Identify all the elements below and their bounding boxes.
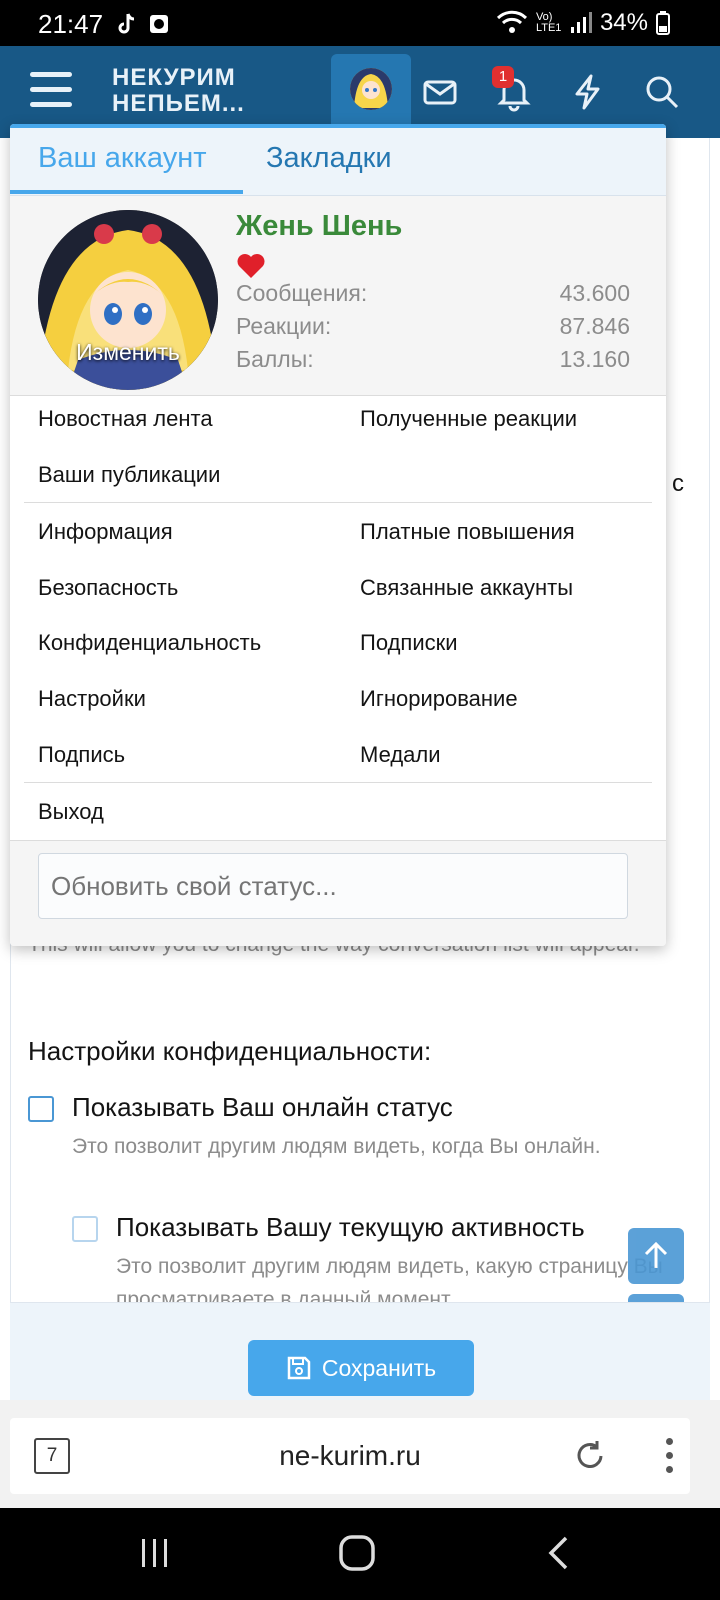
menu-item-medals[interactable]: Медали	[360, 742, 441, 768]
options-viewport: Показывать Ваш онлайн статус Это позволи…	[10, 1000, 710, 1302]
change-avatar-label[interactable]: Изменить	[38, 339, 218, 366]
status-bar: 21:47 Vo) LTE1 34%	[0, 0, 720, 46]
logo-line-2: НЕПЬЕМ...	[112, 90, 245, 117]
hamburger-menu-icon[interactable]	[30, 72, 72, 108]
back-icon[interactable]	[546, 1534, 570, 1572]
menu-divider	[24, 782, 652, 783]
lightning-icon[interactable]	[568, 72, 608, 112]
menu-item-paid-upgrades[interactable]: Платные повышения	[360, 519, 575, 545]
tiktok-icon	[118, 13, 135, 34]
current-activity-label: Показывать Вашу текущую активность	[116, 1212, 585, 1242]
menu-item-information[interactable]: Информация	[38, 519, 173, 545]
recent-apps-icon[interactable]	[138, 1536, 172, 1570]
battery-percent: 34%	[599, 9, 648, 36]
profile-summary: Изменить Жень Шень Сообщения: 43.600 Реа…	[10, 196, 666, 396]
signal-icon	[570, 12, 592, 33]
online-status-label: Показывать Ваш онлайн статус	[72, 1092, 453, 1122]
stat-points: Баллы: 13.160	[236, 346, 630, 373]
notification-badge: 1	[492, 66, 514, 88]
menu-tabs: Ваш аккаунт Закладки	[10, 128, 666, 196]
username[interactable]: Жень Шень	[236, 210, 402, 243]
more-options-icon[interactable]	[666, 1438, 676, 1474]
menu-item-security[interactable]: Безопасность	[38, 575, 178, 601]
lte-label: Vo) LTE1	[535, 11, 562, 34]
stat-reactions: Реакции: 87.846	[236, 313, 630, 340]
stat-points-value: 13.160	[559, 346, 630, 372]
wifi-icon	[496, 10, 528, 33]
menu-divider	[24, 502, 652, 503]
status-time: 21:47	[38, 9, 104, 39]
menu-item-subscriptions[interactable]: Подписки	[360, 630, 458, 656]
stat-reactions-value: 87.846	[559, 313, 630, 339]
menu-item-your-posts[interactable]: Ваши публикации	[38, 462, 220, 488]
menu-item-privacy[interactable]: Конфиденциальность	[38, 630, 261, 656]
floppy-disk-icon	[287, 1356, 311, 1380]
menu-item-logout[interactable]: Выход	[38, 799, 104, 825]
stat-messages-value: 43.600	[559, 280, 630, 306]
reload-icon[interactable]	[572, 1438, 608, 1474]
system-navigation-bar	[0, 1508, 720, 1600]
site-logo[interactable]: НЕКУРИМ НЕПЬЕМ...	[112, 65, 245, 117]
stat-reactions-label: Реакции:	[236, 313, 332, 339]
app-notification-icon	[150, 15, 168, 33]
tab-your-account[interactable]: Ваш аккаунт	[38, 142, 207, 175]
search-icon[interactable]	[642, 72, 682, 112]
current-activity-hint: Это позволит другим людям видеть, какую …	[116, 1255, 663, 1302]
online-status-checkbox[interactable]	[28, 1096, 54, 1122]
user-avatar-small	[350, 68, 392, 110]
current-activity-checkbox[interactable]	[72, 1216, 98, 1242]
arrow-up-icon	[644, 1241, 668, 1268]
heart-icon	[237, 254, 265, 278]
user-avatar[interactable]: Изменить	[38, 210, 218, 390]
account-dropdown-menu: Ваш аккаунт Закладки Изменить Жень Шень	[10, 124, 666, 946]
save-button-label: Сохранить	[321, 1354, 437, 1381]
stat-messages-label: Сообщения:	[236, 280, 368, 306]
menu-item-ignoring[interactable]: Игнорирование	[360, 686, 518, 712]
menu-item-signature[interactable]: Подпись	[38, 742, 125, 768]
active-tab-indicator	[10, 190, 243, 194]
envelope-icon[interactable]	[420, 72, 460, 112]
menu-item-settings[interactable]: Настройки	[38, 686, 146, 712]
menu-item-news-feed[interactable]: Новостная лента	[38, 406, 213, 432]
address-bar[interactable]: 7 ne-kurim.ru	[10, 1418, 690, 1494]
home-icon[interactable]	[338, 1534, 376, 1572]
browser-toolbar: 7 ne-kurim.ru	[0, 1400, 720, 1508]
partial-text: с	[672, 470, 684, 497]
stat-messages: Сообщения: 43.600	[236, 280, 630, 307]
stat-points-label: Баллы:	[236, 346, 314, 372]
status-update-area	[10, 840, 666, 946]
battery-icon	[656, 11, 670, 35]
menu-item-received-reactions[interactable]: Полученные реакции	[360, 406, 577, 432]
menu-item-linked-accounts[interactable]: Связанные аккаунты	[360, 575, 573, 601]
scroll-up-button[interactable]	[628, 1228, 684, 1284]
save-button[interactable]: Сохранить	[248, 1340, 474, 1396]
online-status-hint: Это позволит другим людям видеть, когда …	[72, 1135, 601, 1158]
logo-line-1: НЕКУРИМ	[112, 64, 236, 91]
status-update-input[interactable]	[38, 853, 628, 919]
notification-icons	[116, 12, 170, 36]
tab-bookmarks[interactable]: Закладки	[266, 142, 392, 175]
